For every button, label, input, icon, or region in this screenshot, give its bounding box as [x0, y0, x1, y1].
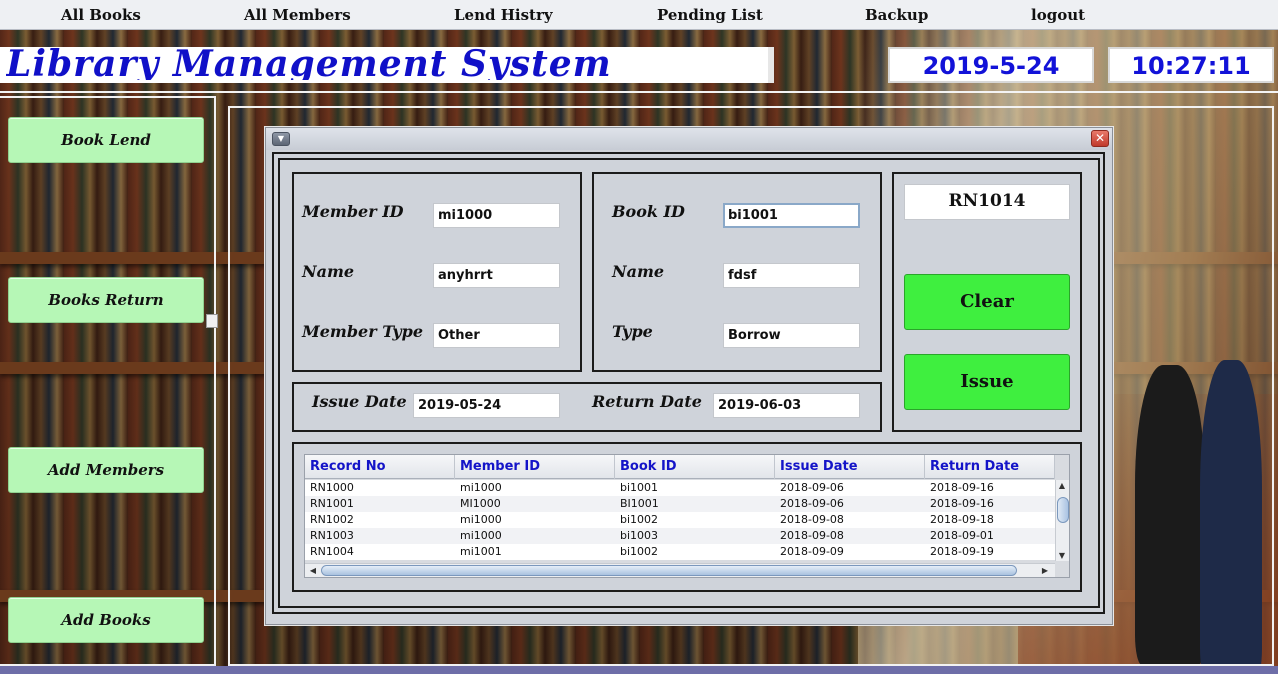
- cell-return-date: 2018-09-16: [930, 481, 994, 494]
- table-row[interactable]: RN1000 mi1000 bi1001 2018-09-06 2018-09-…: [305, 480, 1055, 496]
- add-books-button[interactable]: Add Books: [8, 597, 204, 643]
- member-id-label: Member ID: [302, 202, 404, 221]
- cell-member-id: mi1000: [460, 481, 502, 494]
- vertical-scrollbar[interactable]: ▲ ▼: [1055, 480, 1069, 561]
- book-name-field[interactable]: fdsf: [723, 263, 860, 288]
- time-display: 10:27:11: [1108, 47, 1274, 83]
- member-type-label: Member Type: [302, 322, 423, 341]
- bottom-taskbar-strip: [0, 666, 1278, 674]
- cell-member-id: mi1000: [460, 513, 502, 526]
- column-return-date[interactable]: Return Date: [925, 455, 1055, 479]
- cell-record-no: RN1003: [310, 529, 354, 542]
- cell-return-date: 2018-09-18: [930, 513, 994, 526]
- issue-date-label: Issue Date: [312, 392, 407, 411]
- lend-records-table: Record No Member ID Book ID Issue Date R…: [304, 454, 1070, 578]
- cell-return-date: 2018-09-19: [930, 545, 994, 558]
- return-date-field[interactable]: 2019-06-03: [713, 393, 860, 418]
- cell-return-date: 2018-09-16: [930, 497, 994, 510]
- cell-member-id: mi1000: [460, 529, 502, 542]
- cell-member-id: MI1000: [460, 497, 501, 510]
- issue-date-field[interactable]: 2019-05-24: [413, 393, 560, 418]
- scroll-up-icon[interactable]: ▲: [1056, 481, 1068, 490]
- book-type-field[interactable]: Borrow: [723, 323, 860, 348]
- cell-issue-date: 2018-09-08: [780, 513, 844, 526]
- scroll-down-icon[interactable]: ▼: [1056, 551, 1068, 560]
- scroll-right-icon[interactable]: ▶: [1039, 566, 1051, 575]
- cell-record-no: RN1000: [310, 481, 354, 494]
- cell-book-id: bi1002: [620, 513, 659, 526]
- table-row[interactable]: RN1004 mi1001 bi1002 2018-09-09 2018-09-…: [305, 544, 1055, 560]
- cell-book-id: bi1001: [620, 481, 659, 494]
- cell-record-no: RN1001: [310, 497, 354, 510]
- column-member-id[interactable]: Member ID: [455, 455, 615, 479]
- cell-issue-date: 2018-09-08: [780, 529, 844, 542]
- book-id-label: Book ID: [612, 202, 685, 221]
- minimize-icon[interactable]: ▼: [272, 132, 290, 146]
- member-id-field[interactable]: mi1000: [433, 203, 560, 228]
- cell-issue-date: 2018-09-06: [780, 497, 844, 510]
- books-return-button[interactable]: Books Return: [8, 277, 204, 323]
- cell-issue-date: 2018-09-09: [780, 545, 844, 558]
- horizontal-scroll-thumb[interactable]: [321, 565, 1017, 576]
- app-title: Library Management System: [6, 43, 612, 80]
- dialog-titlebar[interactable]: ▼ ✕: [266, 128, 1112, 150]
- scroll-left-icon[interactable]: ◀: [307, 566, 319, 575]
- table-row[interactable]: RN1001 MI1000 BI1001 2018-09-06 2018-09-…: [305, 496, 1055, 512]
- record-number-display: RN1014: [904, 184, 1070, 220]
- top-menu-bar: All Books All Members Lend Histry Pendin…: [0, 0, 1278, 30]
- member-type-field[interactable]: Other: [433, 323, 560, 348]
- menu-backup[interactable]: Backup: [865, 6, 928, 24]
- book-lend-dialog: ▼ ✕ Member ID mi1000 Name anyhrrt Member…: [265, 127, 1113, 625]
- column-book-id[interactable]: Book ID: [615, 455, 775, 479]
- cell-member-id: mi1001: [460, 545, 502, 558]
- book-lend-button[interactable]: Book Lend: [8, 117, 204, 163]
- table-body: RN1000 mi1000 bi1001 2018-09-06 2018-09-…: [305, 480, 1055, 560]
- cell-book-id: BI1001: [620, 497, 659, 510]
- table-row[interactable]: RN1003 mi1000 bi1003 2018-09-08 2018-09-…: [305, 528, 1055, 544]
- column-issue-date[interactable]: Issue Date: [775, 455, 925, 479]
- return-date-label: Return Date: [592, 392, 702, 411]
- menu-all-books[interactable]: All Books: [61, 6, 141, 24]
- add-members-button[interactable]: Add Members: [8, 447, 204, 493]
- cell-book-id: bi1002: [620, 545, 659, 558]
- member-name-label: Name: [302, 262, 355, 281]
- date-display: 2019-5-24: [888, 47, 1094, 83]
- table-row[interactable]: RN1002 mi1000 bi1002 2018-09-08 2018-09-…: [305, 512, 1055, 528]
- issue-button[interactable]: Issue: [904, 354, 1070, 410]
- cell-book-id: bi1003: [620, 529, 659, 542]
- close-icon[interactable]: ✕: [1091, 130, 1109, 147]
- menu-all-members[interactable]: All Members: [244, 6, 351, 24]
- menu-pending-list[interactable]: Pending List: [657, 6, 763, 24]
- menu-logout[interactable]: logout: [1031, 6, 1085, 24]
- book-name-label: Name: [612, 262, 665, 281]
- column-record-no[interactable]: Record No: [305, 455, 455, 479]
- member-name-field[interactable]: anyhrrt: [433, 263, 560, 288]
- menu-lend-history[interactable]: Lend Histry: [454, 6, 553, 24]
- sidebar-panel: [0, 96, 216, 666]
- header-divider: [0, 91, 1278, 93]
- horizontal-scrollbar[interactable]: ◀ ▶: [305, 563, 1055, 577]
- cell-issue-date: 2018-09-06: [780, 481, 844, 494]
- book-type-label: Type: [612, 322, 653, 341]
- cell-record-no: RN1002: [310, 513, 354, 526]
- clear-button[interactable]: Clear: [904, 274, 1070, 330]
- book-id-field[interactable]: bi1001: [723, 203, 860, 228]
- cell-return-date: 2018-09-01: [930, 529, 994, 542]
- vertical-scroll-thumb[interactable]: [1057, 497, 1069, 523]
- cell-record-no: RN1004: [310, 545, 354, 558]
- sidebar-resize-handle[interactable]: [206, 314, 218, 328]
- table-header: Record No Member ID Book ID Issue Date R…: [305, 455, 1055, 479]
